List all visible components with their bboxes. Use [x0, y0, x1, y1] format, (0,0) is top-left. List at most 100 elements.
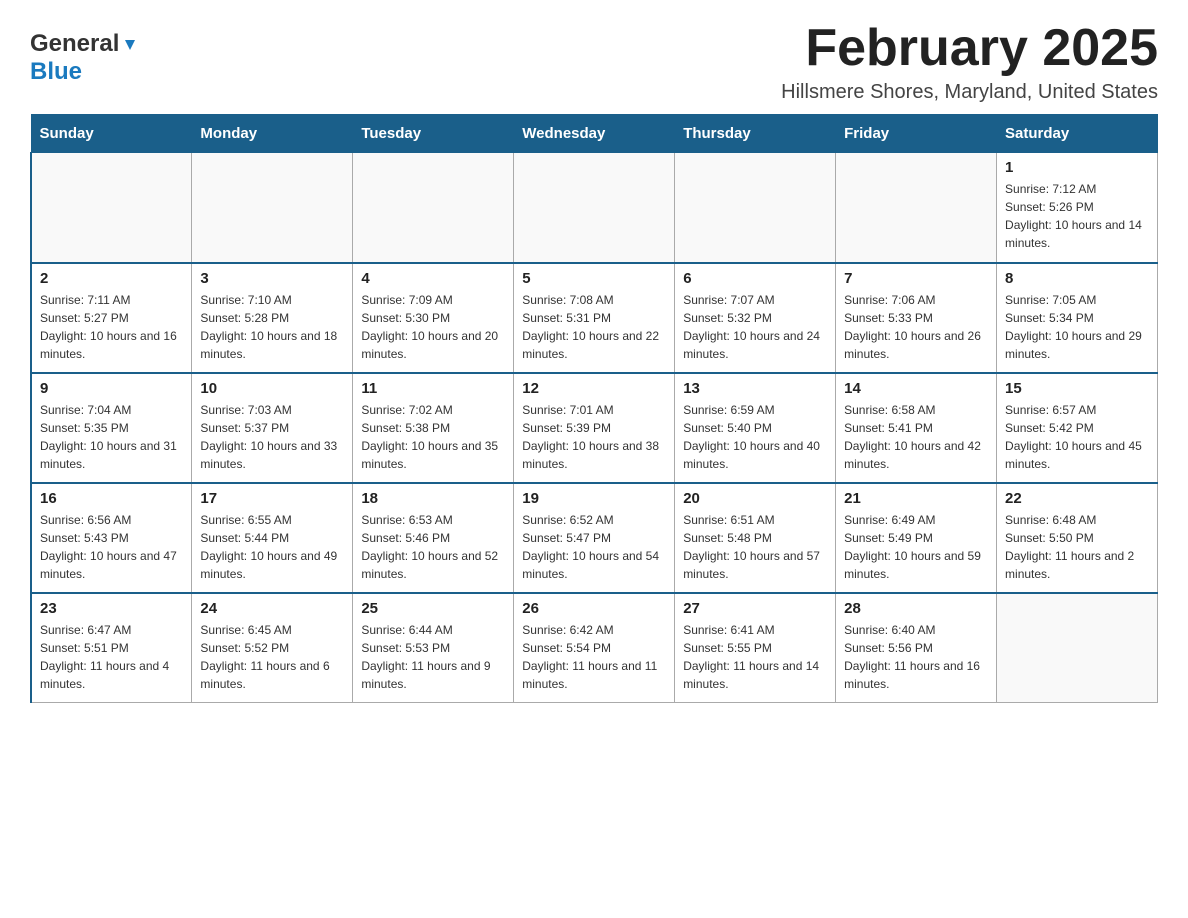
day-info: Sunrise: 7:09 AMSunset: 5:30 PMDaylight:… — [361, 291, 505, 363]
calendar-week-row: 16 Sunrise: 6:56 AMSunset: 5:43 PMDayligh… — [31, 483, 1158, 593]
day-info: Sunrise: 6:59 AMSunset: 5:40 PMDaylight:… — [683, 401, 827, 473]
calendar-cell — [836, 153, 997, 263]
day-number: 22 — [1005, 490, 1149, 507]
calendar-cell: 4 Sunrise: 7:09 AMSunset: 5:30 PMDaylight… — [353, 263, 514, 373]
calendar-cell: 1 Sunrise: 7:12 AMSunset: 5:26 PMDaylight… — [997, 153, 1158, 263]
day-info: Sunrise: 7:12 AMSunset: 5:26 PMDaylight:… — [1005, 180, 1149, 252]
day-info: Sunrise: 6:58 AMSunset: 5:41 PMDaylight:… — [844, 401, 988, 473]
day-info: Sunrise: 6:45 AMSunset: 5:52 PMDaylight:… — [200, 621, 344, 693]
day-number: 6 — [683, 270, 827, 287]
day-number: 16 — [40, 490, 183, 507]
calendar-cell: 11 Sunrise: 7:02 AMSunset: 5:38 PMDayligh… — [353, 373, 514, 483]
calendar-cell: 26 Sunrise: 6:42 AMSunset: 5:54 PMDayligh… — [514, 593, 675, 703]
day-info: Sunrise: 7:08 AMSunset: 5:31 PMDaylight:… — [522, 291, 666, 363]
day-number: 2 — [40, 270, 183, 287]
calendar-cell: 6 Sunrise: 7:07 AMSunset: 5:32 PMDaylight… — [675, 263, 836, 373]
day-number: 15 — [1005, 380, 1149, 397]
calendar-cell — [192, 153, 353, 263]
day-info: Sunrise: 7:04 AMSunset: 5:35 PMDaylight:… — [40, 401, 183, 473]
calendar-cell: 22 Sunrise: 6:48 AMSunset: 5:50 PMDayligh… — [997, 483, 1158, 593]
calendar-cell: 14 Sunrise: 6:58 AMSunset: 5:41 PMDayligh… — [836, 373, 997, 483]
calendar-cell: 13 Sunrise: 6:59 AMSunset: 5:40 PMDayligh… — [675, 373, 836, 483]
calendar-cell — [353, 153, 514, 263]
calendar-cell: 3Sunrise: 7:10 AMSunset: 5:28 PMDaylight… — [192, 263, 353, 373]
calendar-cell — [997, 593, 1158, 703]
day-info: Sunrise: 6:42 AMSunset: 5:54 PMDaylight:… — [522, 621, 666, 693]
day-number: 7 — [844, 270, 988, 287]
day-number: 9 — [40, 380, 183, 397]
day-info: Sunrise: 7:01 AMSunset: 5:39 PMDaylight:… — [522, 401, 666, 473]
day-info: Sunrise: 6:47 AMSunset: 5:51 PMDaylight:… — [40, 621, 183, 693]
calendar-cell: 19 Sunrise: 6:52 AMSunset: 5:47 PMDayligh… — [514, 483, 675, 593]
page-header: General Blue February 2025 Hillsmere Sho… — [30, 20, 1158, 104]
calendar-week-row: 9 Sunrise: 7:04 AMSunset: 5:35 PMDaylight… — [31, 373, 1158, 483]
calendar-cell: 16 Sunrise: 6:56 AMSunset: 5:43 PMDayligh… — [31, 483, 192, 593]
day-number: 21 — [844, 490, 988, 507]
logo-blue: Blue — [30, 58, 82, 85]
calendar-cell: 27 Sunrise: 6:41 AMSunset: 5:55 PMDayligh… — [675, 593, 836, 703]
calendar-week-row: 1 Sunrise: 7:12 AMSunset: 5:26 PMDaylight… — [31, 153, 1158, 263]
day-info: Sunrise: 6:55 AMSunset: 5:44 PMDaylight:… — [200, 511, 344, 583]
day-number: 19 — [522, 490, 666, 507]
calendar-cell: 25Sunrise: 6:44 AMSunset: 5:53 PMDayligh… — [353, 593, 514, 703]
day-info: Sunrise: 6:51 AMSunset: 5:48 PMDaylight:… — [683, 511, 827, 583]
day-number: 1 — [1005, 159, 1149, 176]
day-number: 26 — [522, 600, 666, 617]
logo-arrow-icon — [121, 36, 139, 54]
calendar-cell: 18 Sunrise: 6:53 AMSunset: 5:46 PMDayligh… — [353, 483, 514, 593]
calendar-week-row: 23 Sunrise: 6:47 AMSunset: 5:51 PMDayligh… — [31, 593, 1158, 703]
day-number: 4 — [361, 270, 505, 287]
day-number: 24 — [200, 600, 344, 617]
day-number: 14 — [844, 380, 988, 397]
calendar-cell: 9 Sunrise: 7:04 AMSunset: 5:35 PMDaylight… — [31, 373, 192, 483]
day-info: Sunrise: 6:56 AMSunset: 5:43 PMDaylight:… — [40, 511, 183, 583]
calendar-cell — [675, 153, 836, 263]
day-info: Sunrise: 6:44 AMSunset: 5:53 PMDaylight:… — [361, 621, 505, 693]
day-info: Sunrise: 7:11 AMSunset: 5:27 PMDaylight:… — [40, 291, 183, 363]
day-info: Sunrise: 7:03 AMSunset: 5:37 PMDaylight:… — [200, 401, 344, 473]
day-number: 20 — [683, 490, 827, 507]
logo-general: General — [30, 30, 119, 58]
day-number: 5 — [522, 270, 666, 287]
day-number: 12 — [522, 380, 666, 397]
day-info: Sunrise: 7:07 AMSunset: 5:32 PMDaylight:… — [683, 291, 827, 363]
weekday-header-friday: Friday — [836, 115, 997, 153]
calendar-cell: 15Sunrise: 6:57 AMSunset: 5:42 PMDayligh… — [997, 373, 1158, 483]
calendar-cell: 8Sunrise: 7:05 AMSunset: 5:34 PMDaylight… — [997, 263, 1158, 373]
calendar-cell: 17 Sunrise: 6:55 AMSunset: 5:44 PMDayligh… — [192, 483, 353, 593]
day-info: Sunrise: 6:53 AMSunset: 5:46 PMDaylight:… — [361, 511, 505, 583]
month-title: February 2025 — [781, 20, 1158, 77]
logo: General Blue — [30, 20, 139, 86]
calendar-cell: 24 Sunrise: 6:45 AMSunset: 5:52 PMDayligh… — [192, 593, 353, 703]
day-info: Sunrise: 7:02 AMSunset: 5:38 PMDaylight:… — [361, 401, 505, 473]
day-number: 8 — [1005, 270, 1149, 287]
day-info: Sunrise: 6:48 AMSunset: 5:50 PMDaylight:… — [1005, 511, 1149, 583]
calendar-cell: 21Sunrise: 6:49 AMSunset: 5:49 PMDayligh… — [836, 483, 997, 593]
day-info: Sunrise: 6:41 AMSunset: 5:55 PMDaylight:… — [683, 621, 827, 693]
calendar-cell: 5 Sunrise: 7:08 AMSunset: 5:31 PMDaylight… — [514, 263, 675, 373]
calendar-cell: 12 Sunrise: 7:01 AMSunset: 5:39 PMDayligh… — [514, 373, 675, 483]
calendar-cell — [514, 153, 675, 263]
weekday-header-tuesday: Tuesday — [353, 115, 514, 153]
calendar-cell: 20 Sunrise: 6:51 AMSunset: 5:48 PMDayligh… — [675, 483, 836, 593]
day-number: 23 — [40, 600, 183, 617]
day-number: 11 — [361, 380, 505, 397]
calendar-cell: 2 Sunrise: 7:11 AMSunset: 5:27 PMDaylight… — [31, 263, 192, 373]
day-number: 27 — [683, 600, 827, 617]
day-info: Sunrise: 6:52 AMSunset: 5:47 PMDaylight:… — [522, 511, 666, 583]
calendar-cell — [31, 153, 192, 263]
calendar-week-row: 2 Sunrise: 7:11 AMSunset: 5:27 PMDaylight… — [31, 263, 1158, 373]
day-number: 18 — [361, 490, 505, 507]
day-number: 17 — [200, 490, 344, 507]
weekday-header-monday: Monday — [192, 115, 353, 153]
weekday-header-wednesday: Wednesday — [514, 115, 675, 153]
calendar-cell: 23 Sunrise: 6:47 AMSunset: 5:51 PMDayligh… — [31, 593, 192, 703]
day-info: Sunrise: 6:40 AMSunset: 5:56 PMDaylight:… — [844, 621, 988, 693]
calendar-cell: 28Sunrise: 6:40 AMSunset: 5:56 PMDayligh… — [836, 593, 997, 703]
day-number: 13 — [683, 380, 827, 397]
day-number: 3 — [200, 270, 344, 287]
calendar-cell: 7Sunrise: 7:06 AMSunset: 5:33 PMDaylight… — [836, 263, 997, 373]
weekday-header-thursday: Thursday — [675, 115, 836, 153]
weekday-header-sunday: Sunday — [31, 115, 192, 153]
day-number: 10 — [200, 380, 344, 397]
